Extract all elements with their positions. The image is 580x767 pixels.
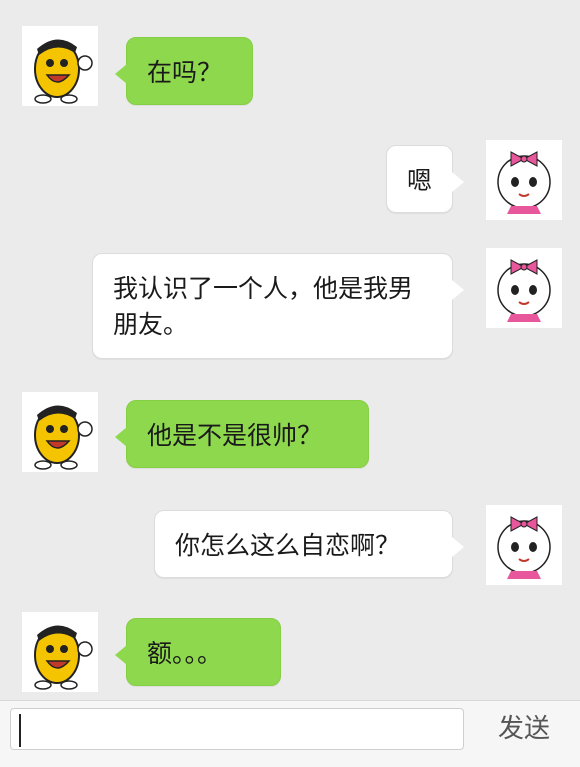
bean-mascot-icon[interactable]	[22, 612, 98, 692]
message-bubble[interactable]: 嗯	[386, 145, 464, 213]
girl-face-icon[interactable]	[486, 248, 562, 328]
message-bubble[interactable]: 我认识了一个人，他是我男朋友。	[92, 253, 464, 359]
send-button[interactable]: 发送	[484, 707, 564, 751]
message-bubble[interactable]: 他是不是很帅？	[115, 400, 369, 468]
girl-face-icon[interactable]	[486, 505, 562, 585]
message-bubble[interactable]: 你怎么这么自恋啊？	[154, 510, 464, 578]
message-bubble[interactable]: 额。。。	[115, 618, 281, 686]
bean-mascot-icon[interactable]	[22, 392, 98, 472]
chat-area: 在吗？ 嗯 我认识了一个人，他是我男朋友。 他是不是很帅？ 你怎么这么自恋啊？ …	[0, 0, 580, 700]
message-input[interactable]	[10, 708, 464, 750]
text-caret	[19, 714, 21, 747]
input-bar: 发送	[0, 700, 580, 767]
message-bubble[interactable]: 在吗？	[115, 37, 253, 105]
girl-face-icon[interactable]	[486, 140, 562, 220]
bean-mascot-icon[interactable]	[22, 26, 98, 106]
